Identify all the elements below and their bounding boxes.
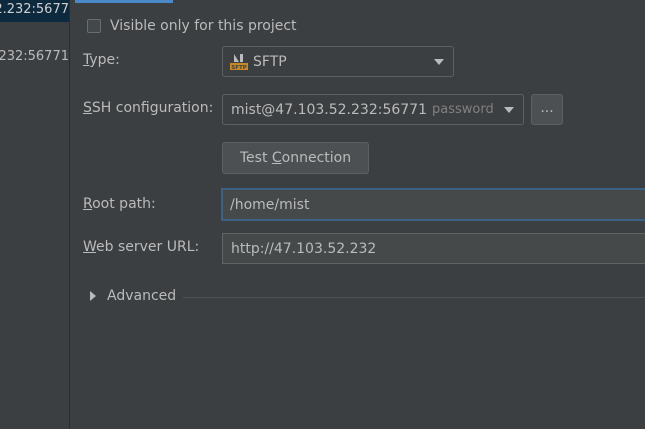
type-label: Type: bbox=[83, 52, 120, 68]
web-url-value: http://47.103.52.232 bbox=[231, 240, 377, 257]
web-server-url-label: Web server URL: bbox=[83, 239, 199, 255]
test-connection-button[interactable]: Test Connection bbox=[222, 142, 369, 174]
sftp-icon: SFTP bbox=[230, 53, 248, 71]
test-connection-label-mnemonic: C bbox=[271, 150, 282, 166]
advanced-toggle[interactable]: Advanced bbox=[90, 288, 176, 304]
root-path-label: Root path: bbox=[83, 196, 156, 212]
web-url-label-text: eb server URL: bbox=[96, 239, 200, 255]
server-list: 2.232:5677 .232:56771 bbox=[0, 0, 70, 429]
advanced-label: Advanced bbox=[107, 288, 177, 304]
type-select[interactable]: SFTP SFTP bbox=[222, 46, 454, 77]
server-list-item-label: .232:56771 bbox=[0, 49, 69, 64]
visible-only-label: Visible only for this project bbox=[110, 18, 297, 34]
ssh-config-value: mist@47.103.52.232:56771 bbox=[231, 101, 427, 118]
visible-only-row[interactable]: Visible only for this project bbox=[87, 16, 297, 36]
chevron-down-icon bbox=[434, 58, 444, 65]
type-label-text: ype: bbox=[89, 52, 120, 68]
chevron-down-icon bbox=[504, 106, 514, 113]
root-path-value: /home/mist bbox=[230, 196, 310, 213]
server-list-item-selected[interactable]: 2.232:5677 bbox=[0, 0, 69, 22]
ssh-auth-hint: password bbox=[432, 102, 494, 117]
type-value: SFTP bbox=[253, 53, 287, 70]
web-url-label-mnemonic: W bbox=[83, 239, 97, 255]
visible-only-checkbox[interactable] bbox=[87, 19, 101, 33]
ssh-label-mnemonic: S bbox=[83, 100, 92, 116]
advanced-separator bbox=[183, 297, 645, 298]
test-connection-label-pre: Test bbox=[239, 150, 272, 166]
ssh-config-browse-button[interactable]: ... bbox=[531, 94, 563, 125]
root-path-label-mnemonic: R bbox=[83, 196, 93, 212]
connection-settings-panel: Visible only for this project Type: SFTP… bbox=[70, 0, 645, 429]
root-path-label-text: oot path: bbox=[92, 196, 156, 212]
web-server-url-input[interactable]: http://47.103.52.232 bbox=[222, 233, 645, 264]
ssh-config-label: SSH configuration: bbox=[83, 100, 213, 116]
ssh-label-text: SH configuration: bbox=[91, 100, 214, 116]
test-connection-label-post: onnection bbox=[281, 150, 352, 166]
expand-arrow-icon bbox=[90, 291, 96, 301]
server-list-item-label: 2.232:5677 bbox=[0, 2, 69, 17]
ssh-config-select[interactable]: mist@47.103.52.232:56771 password bbox=[222, 94, 524, 125]
deployment-dialog: 2.232:5677 .232:56771 Visible only for t… bbox=[0, 0, 645, 429]
svg-text:SFTP: SFTP bbox=[231, 65, 247, 71]
server-list-item[interactable]: .232:56771 bbox=[0, 47, 69, 69]
root-path-input[interactable]: /home/mist bbox=[221, 188, 645, 221]
